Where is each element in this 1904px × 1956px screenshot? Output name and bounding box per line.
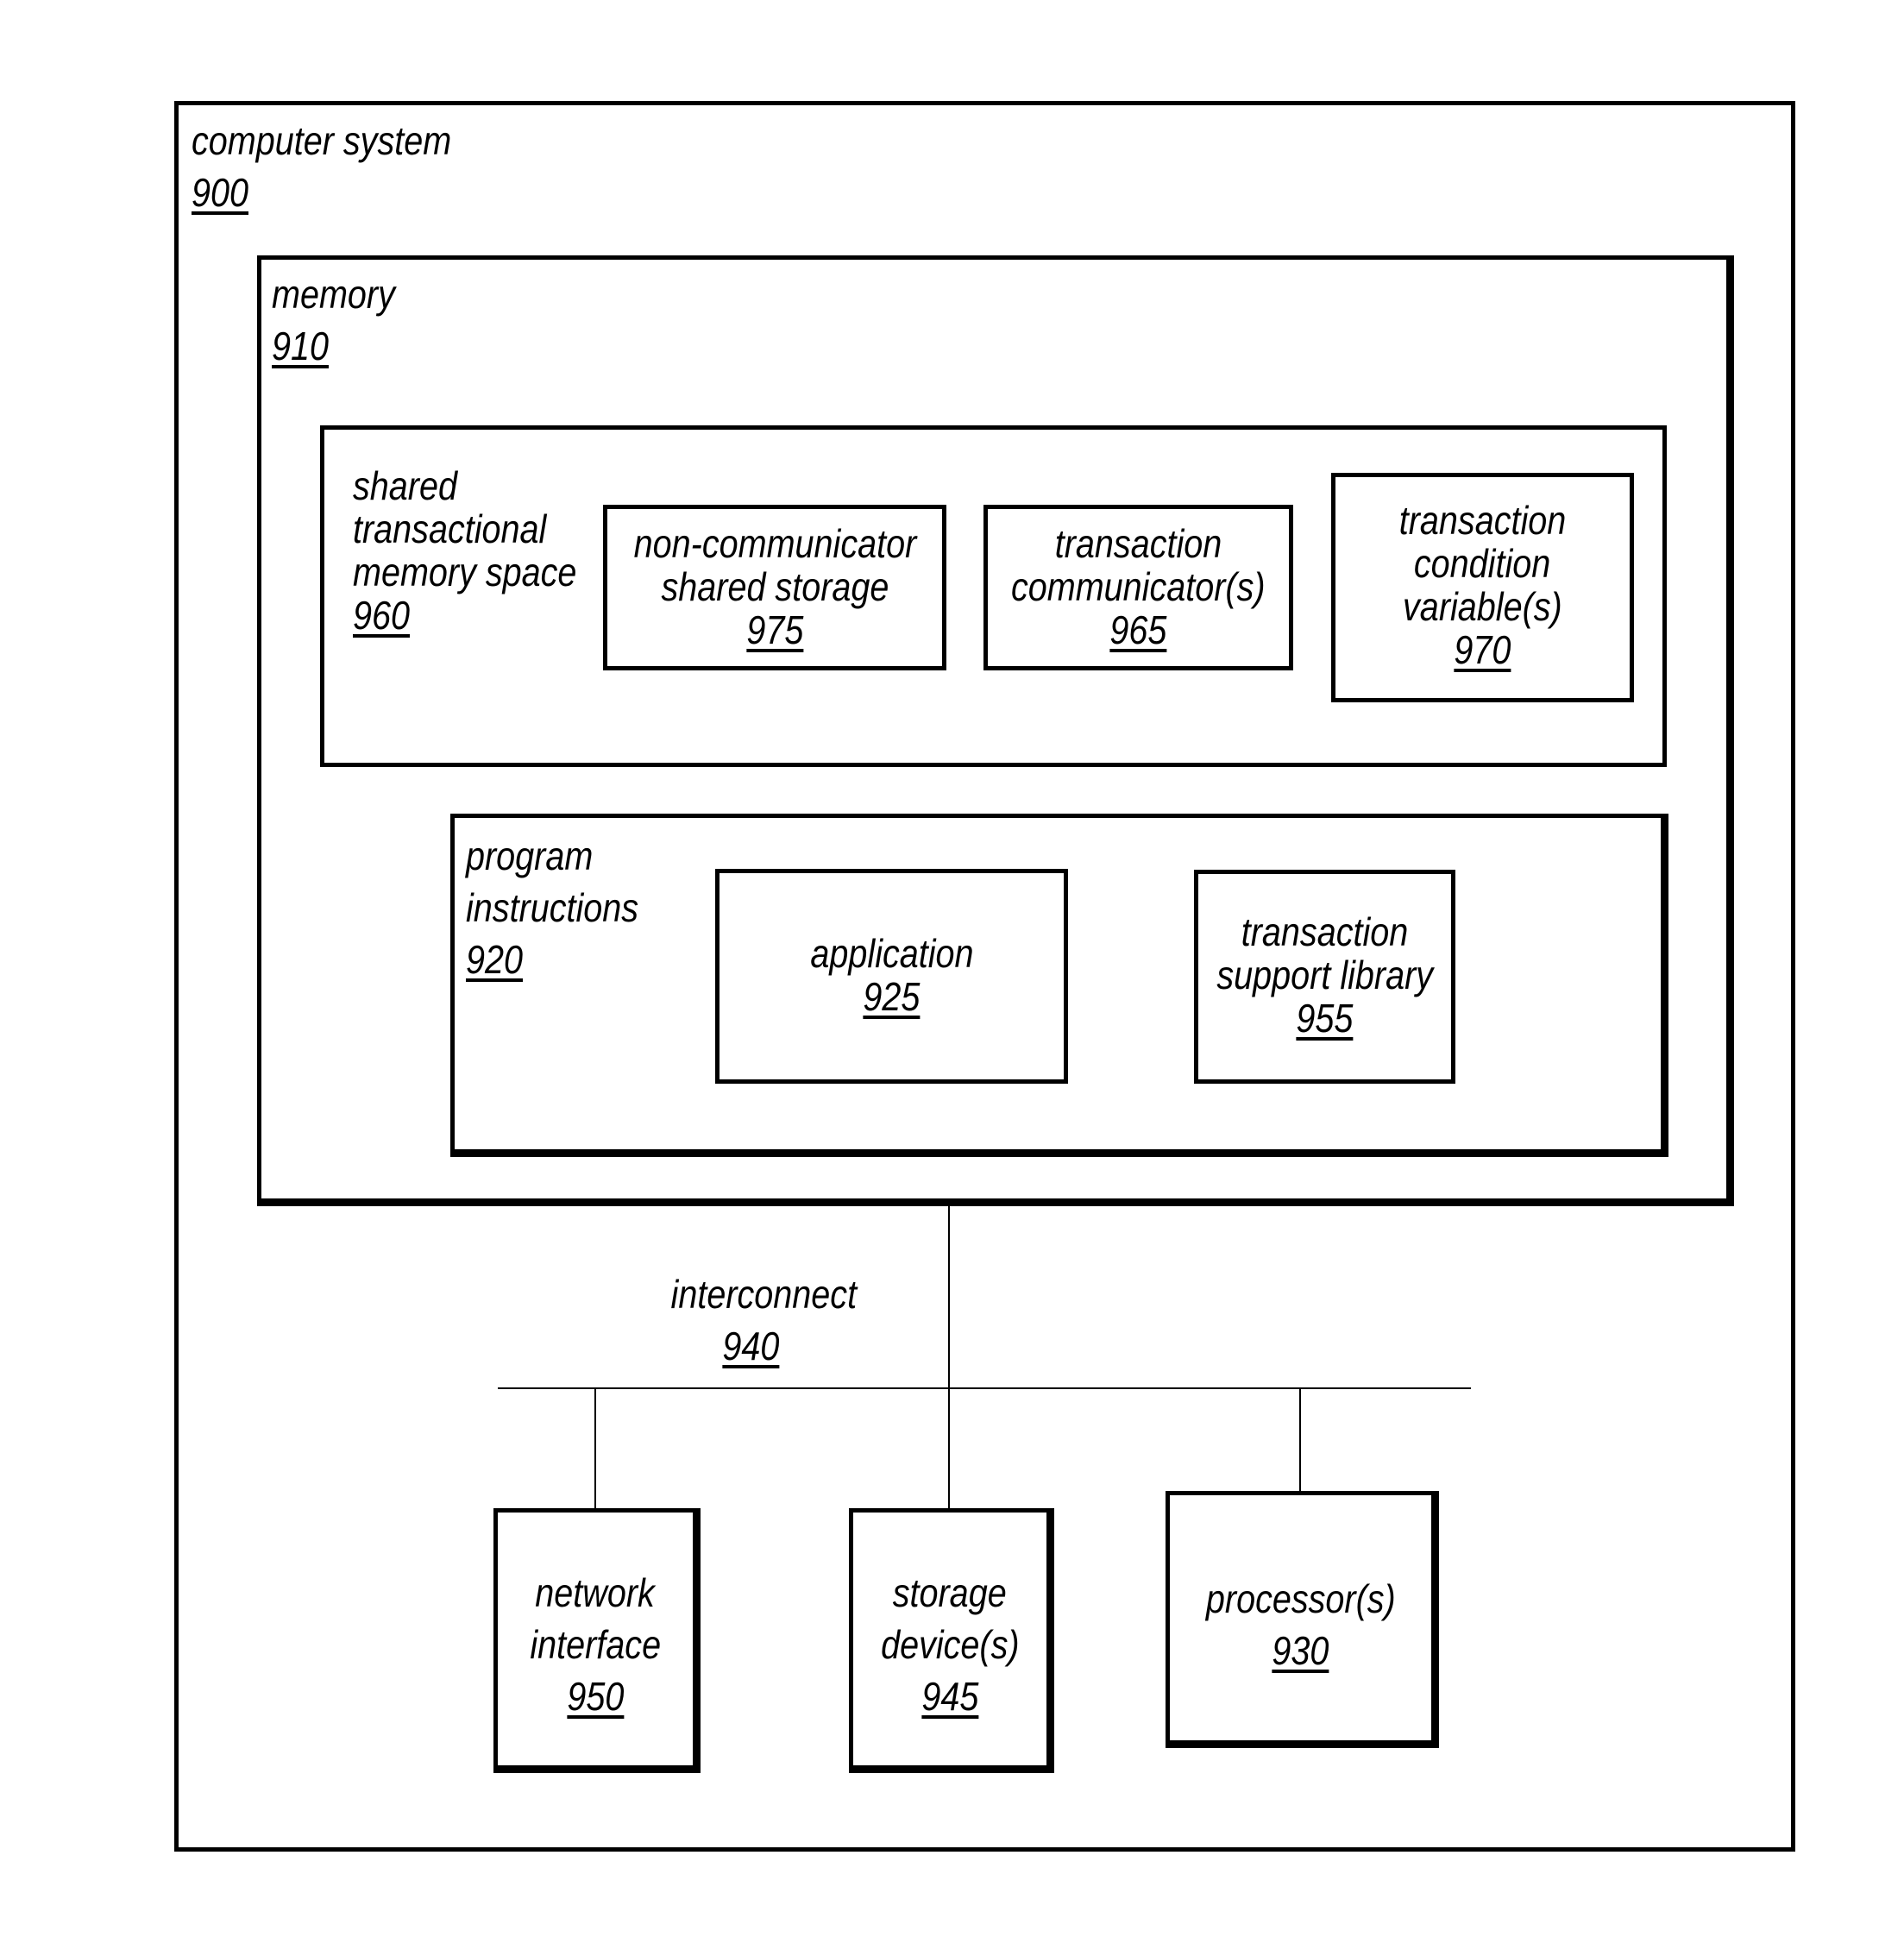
tcv-line-3: variable(s)	[1403, 584, 1562, 629]
transaction-support-library-box: transaction support library 955	[1194, 870, 1455, 1084]
storage-devices-box: storage device(s) 945	[849, 1508, 1054, 1773]
network-line-1: network	[535, 1570, 656, 1615]
program-instructions-label: program instructions 920	[466, 830, 638, 985]
memory-ref: 910	[272, 324, 330, 368]
storage-ref: 945	[921, 1674, 979, 1719]
tcv-line-1: transaction	[1398, 498, 1567, 543]
transaction-condition-variables-box: transaction condition variable(s) 970	[1331, 473, 1634, 702]
application-ref: 925	[863, 974, 921, 1019]
interconnect-bus	[498, 1387, 1471, 1389]
network-interface-connector	[594, 1388, 596, 1509]
shared-transactional-memory-space-label: shared transactional memory space 960	[353, 464, 576, 637]
storage-line-1: storage	[893, 1570, 1007, 1615]
tsl-line-2: support library	[1216, 953, 1433, 997]
tc-ref: 965	[1109, 607, 1167, 652]
network-line-2: interface	[530, 1622, 661, 1667]
memory-label: memory 910	[272, 273, 395, 368]
shared-space-ref: 960	[353, 593, 411, 638]
program-instructions-line-2: instructions	[466, 885, 639, 930]
ncs-line-2: shared storage	[661, 564, 889, 609]
computer-system-title: computer system	[192, 118, 452, 163]
computer-system-label: computer system 900	[192, 119, 451, 214]
shared-space-line-2: transactional	[353, 506, 547, 551]
ncs-line-1: non-communicator	[633, 521, 916, 566]
ncs-ref: 975	[745, 607, 804, 652]
network-ref: 950	[566, 1674, 625, 1719]
application-line-1: application	[809, 931, 974, 976]
non-communicator-shared-storage-box: non-communicator shared storage 975	[603, 505, 946, 670]
tcv-line-2: condition	[1414, 541, 1551, 586]
storage-line-2: device(s)	[880, 1622, 1020, 1667]
network-interface-box: network interface 950	[493, 1508, 701, 1773]
processors-ref: 930	[1272, 1628, 1329, 1673]
tsl-line-1: transaction	[1241, 909, 1409, 954]
processors-line-1: processor(s)	[1205, 1576, 1396, 1621]
interconnect-label: interconnect 940	[656, 1268, 858, 1372]
interconnect-ref: 940	[721, 1324, 780, 1368]
shared-space-line-3: memory space	[353, 550, 577, 594]
processor-connector	[1299, 1388, 1301, 1492]
program-instructions-ref: 920	[466, 937, 524, 982]
tc-line-2: communicator(s)	[1011, 564, 1266, 609]
memory-to-bus-connector	[948, 1206, 950, 1508]
tcv-ref: 970	[1454, 627, 1511, 672]
interconnect-title: interconnect	[670, 1272, 858, 1317]
memory-title: memory	[272, 272, 395, 317]
application-box: application 925	[715, 869, 1068, 1084]
tc-line-1: transaction	[1054, 521, 1222, 566]
transaction-communicators-box: transaction communicator(s) 965	[983, 505, 1293, 670]
computer-system-ref: 900	[192, 170, 249, 215]
shared-space-line-1: shared	[353, 463, 457, 508]
processors-box: processor(s) 930	[1166, 1491, 1439, 1748]
program-instructions-line-1: program	[466, 833, 594, 878]
tsl-ref: 955	[1296, 996, 1354, 1041]
